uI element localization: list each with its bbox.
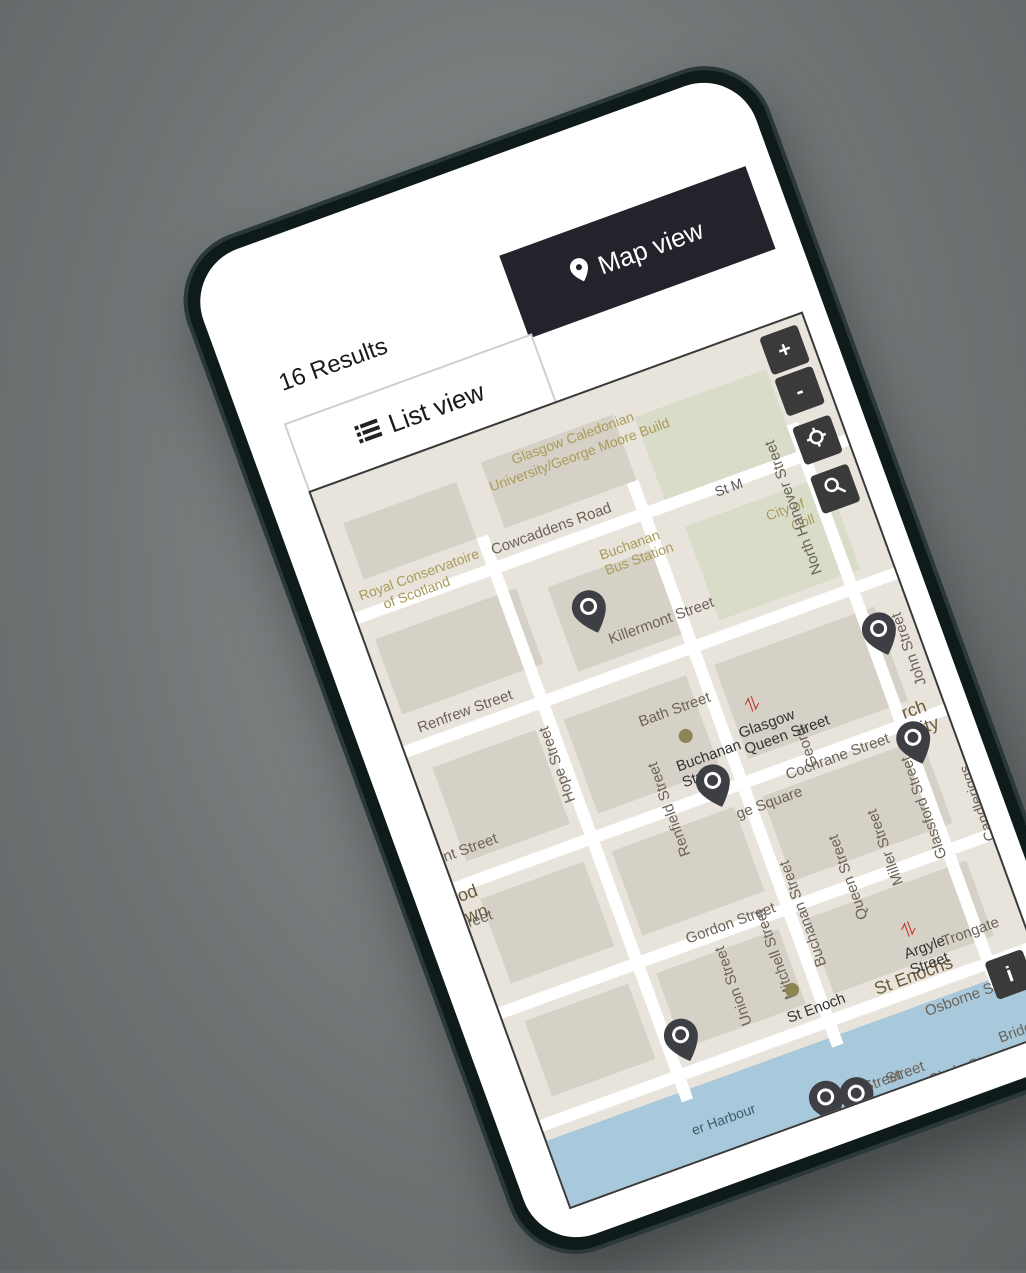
crosshair-icon [804, 424, 832, 455]
zoom-out-button[interactable]: - [774, 365, 826, 417]
tab-map-label: Map view [593, 214, 708, 280]
street-label: Candleriggs [956, 762, 1000, 844]
phone: 16 Results Map view List view Glasgow Ca… [164, 46, 1026, 1273]
map-marker-icon [567, 255, 595, 290]
search-icon [821, 473, 849, 504]
tab-map-view[interactable]: Map view [499, 166, 776, 339]
results-count: 16 Results [275, 332, 392, 397]
list-icon [352, 413, 385, 450]
tab-list-label: List view [384, 375, 489, 439]
map-block [480, 414, 637, 529]
map-block [480, 861, 615, 984]
